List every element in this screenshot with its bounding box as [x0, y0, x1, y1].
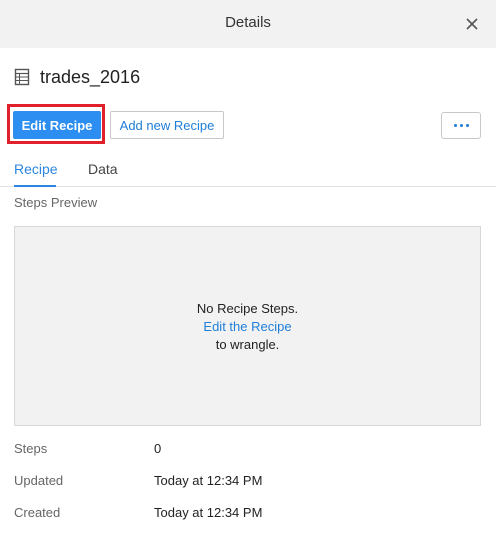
created-value: Today at 12:34 PM: [154, 505, 263, 520]
edit-recipe-link[interactable]: Edit the Recipe: [15, 318, 480, 336]
dataset-name: trades_2016: [40, 66, 141, 87]
add-new-recipe-button[interactable]: Add new Recipe: [110, 111, 224, 139]
panel-title: Details: [225, 14, 271, 31]
details-tabs: Recipe Data: [0, 154, 496, 187]
no-steps-text: No Recipe Steps.: [196, 301, 299, 316]
table-icon: [14, 68, 30, 86]
empty-steps-message: No Recipe Steps. Edit the Recipe to wran…: [15, 300, 480, 354]
tab-data[interactable]: Data: [88, 154, 118, 186]
updated-value: Today at 12:34 PM: [154, 473, 263, 488]
steps-preview-box: No Recipe Steps. Edit the Recipe to wran…: [14, 226, 481, 426]
steps-preview-label: Steps Preview: [14, 195, 98, 210]
active-tab-indicator: [14, 185, 56, 187]
ellipsis-icon: [453, 124, 469, 127]
created-label: Created: [14, 505, 61, 520]
wrangle-text: to wrangle.: [215, 337, 280, 352]
steps-label: Steps: [14, 441, 48, 456]
details-header: Details: [0, 0, 496, 48]
tab-recipe[interactable]: Recipe: [14, 154, 58, 186]
dataset-title-row: trades_2016: [14, 66, 140, 88]
close-icon: [466, 18, 478, 30]
edit-recipe-button[interactable]: Edit Recipe: [13, 111, 101, 139]
updated-label: Updated: [14, 473, 64, 488]
steps-value: 0: [154, 441, 162, 456]
close-button[interactable]: [462, 14, 482, 34]
more-options-button[interactable]: [441, 112, 481, 139]
